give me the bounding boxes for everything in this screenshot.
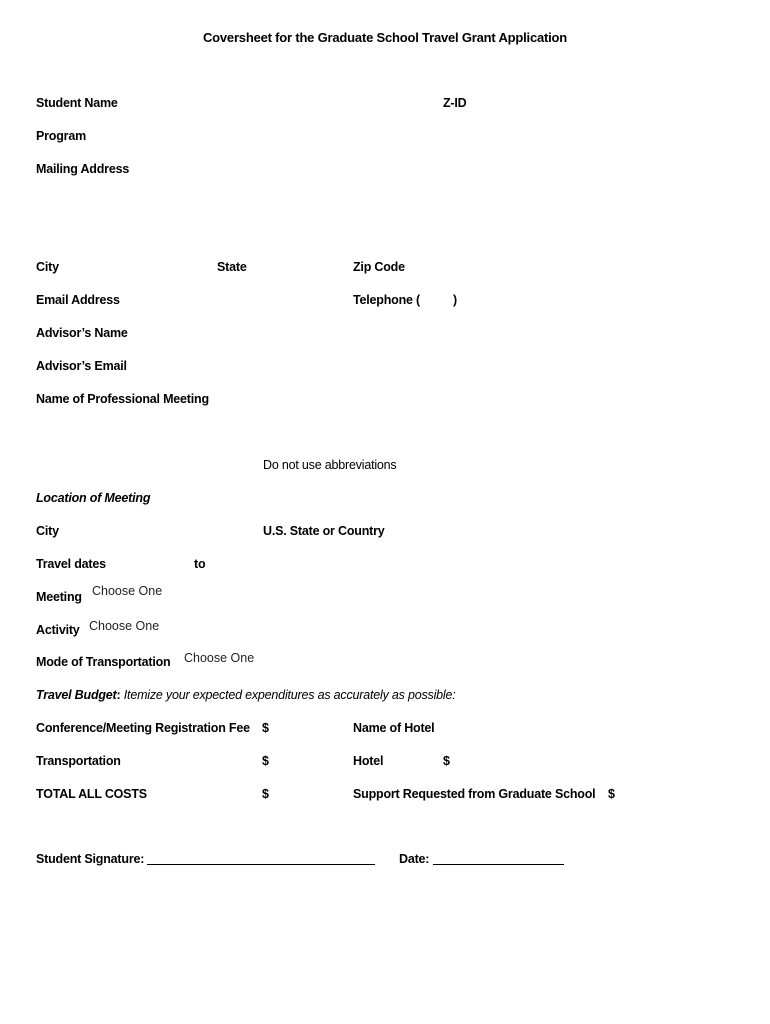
- travel-dates-label: Travel dates: [36, 557, 106, 571]
- email-address-field[interactable]: [125, 291, 345, 307]
- signature-date-field[interactable]: [433, 850, 564, 865]
- advisor-name-field[interactable]: [132, 324, 582, 340]
- mailing-address-field[interactable]: [135, 160, 635, 240]
- advisor-email-field[interactable]: [130, 357, 580, 373]
- registration-fee-label: Conference/Meeting Registration Fee: [36, 721, 250, 735]
- transport-mode-dropdown[interactable]: Choose One: [184, 652, 254, 665]
- hotel-name-field[interactable]: [440, 719, 660, 735]
- budget-heading: Travel Budget: Itemize your expected exp…: [36, 689, 456, 702]
- abbreviation-note: Do not use abbreviations: [263, 458, 397, 472]
- program-field[interactable]: [95, 127, 595, 143]
- budget-heading-bold: Travel Budget: [36, 688, 117, 702]
- advisor-email-label: Advisor’s Email: [36, 359, 127, 373]
- meeting-city-label: City: [36, 524, 59, 538]
- student-name-field[interactable]: [125, 94, 425, 110]
- date-label: Date:: [399, 852, 430, 866]
- zid-field[interactable]: [475, 94, 675, 110]
- meeting-type-label: Meeting: [36, 590, 82, 604]
- zip-code-field[interactable]: [410, 258, 560, 274]
- activity-dropdown[interactable]: Choose One: [89, 620, 159, 633]
- budget-heading-instructions: Itemize your expected expenditures as ac…: [120, 688, 456, 702]
- program-label: Program: [36, 129, 87, 143]
- mailing-address-label: Mailing Address: [36, 162, 130, 176]
- hotel-name-label: Name of Hotel: [353, 721, 435, 735]
- student-signature-label: Student Signature:: [36, 852, 145, 866]
- transportation-cost-label: Transportation: [36, 754, 121, 768]
- total-costs-label: TOTAL ALL COSTS: [36, 787, 147, 801]
- zip-code-label: Zip Code: [353, 260, 405, 274]
- state-country-label: U.S. State or Country: [263, 524, 385, 538]
- registration-fee-field[interactable]: [272, 719, 344, 735]
- city-field[interactable]: [65, 258, 205, 274]
- total-costs-currency: $: [262, 787, 269, 801]
- state-country-field[interactable]: [390, 522, 640, 538]
- hotel-cost-currency: $: [443, 754, 450, 768]
- activity-label: Activity: [36, 623, 80, 637]
- travel-dates-to-label: to: [194, 557, 206, 571]
- meeting-name-label: Name of Professional Meeting: [36, 392, 209, 406]
- advisor-name-label: Advisor’s Name: [36, 326, 128, 340]
- telephone-close-paren: ): [453, 293, 457, 307]
- document-title: Coversheet for the Graduate School Trave…: [202, 30, 568, 45]
- location-heading: Location of Meeting: [36, 491, 151, 505]
- meeting-type-dropdown[interactable]: Choose One: [92, 585, 162, 598]
- support-requested-label: Support Requested from Graduate School: [353, 787, 596, 801]
- state-field[interactable]: [255, 258, 345, 274]
- transportation-cost-field[interactable]: [272, 752, 344, 768]
- support-requested-field[interactable]: [618, 785, 728, 801]
- hotel-cost-field[interactable]: [453, 752, 603, 768]
- state-label: State: [217, 260, 247, 274]
- zid-label: Z-ID: [443, 96, 467, 110]
- student-signature-field[interactable]: [147, 850, 375, 865]
- student-name-label: Student Name: [36, 96, 118, 110]
- travel-start-date-field[interactable]: [112, 555, 190, 571]
- transportation-cost-currency: $: [262, 754, 269, 768]
- support-requested-currency: $: [608, 787, 615, 801]
- telephone-label: Telephone (: [353, 293, 421, 307]
- registration-fee-currency: $: [262, 721, 269, 735]
- hotel-cost-label: Hotel: [353, 754, 384, 768]
- meeting-name-field[interactable]: [215, 390, 665, 430]
- travel-end-date-field[interactable]: [212, 555, 312, 571]
- telephone-number-field[interactable]: [462, 291, 612, 307]
- email-address-label: Email Address: [36, 293, 120, 307]
- telephone-area-code-field[interactable]: [425, 291, 451, 307]
- transport-mode-label: Mode of Transportation: [36, 655, 171, 669]
- meeting-city-field[interactable]: [65, 522, 255, 538]
- city-label: City: [36, 260, 59, 274]
- total-costs-field[interactable]: [272, 785, 344, 801]
